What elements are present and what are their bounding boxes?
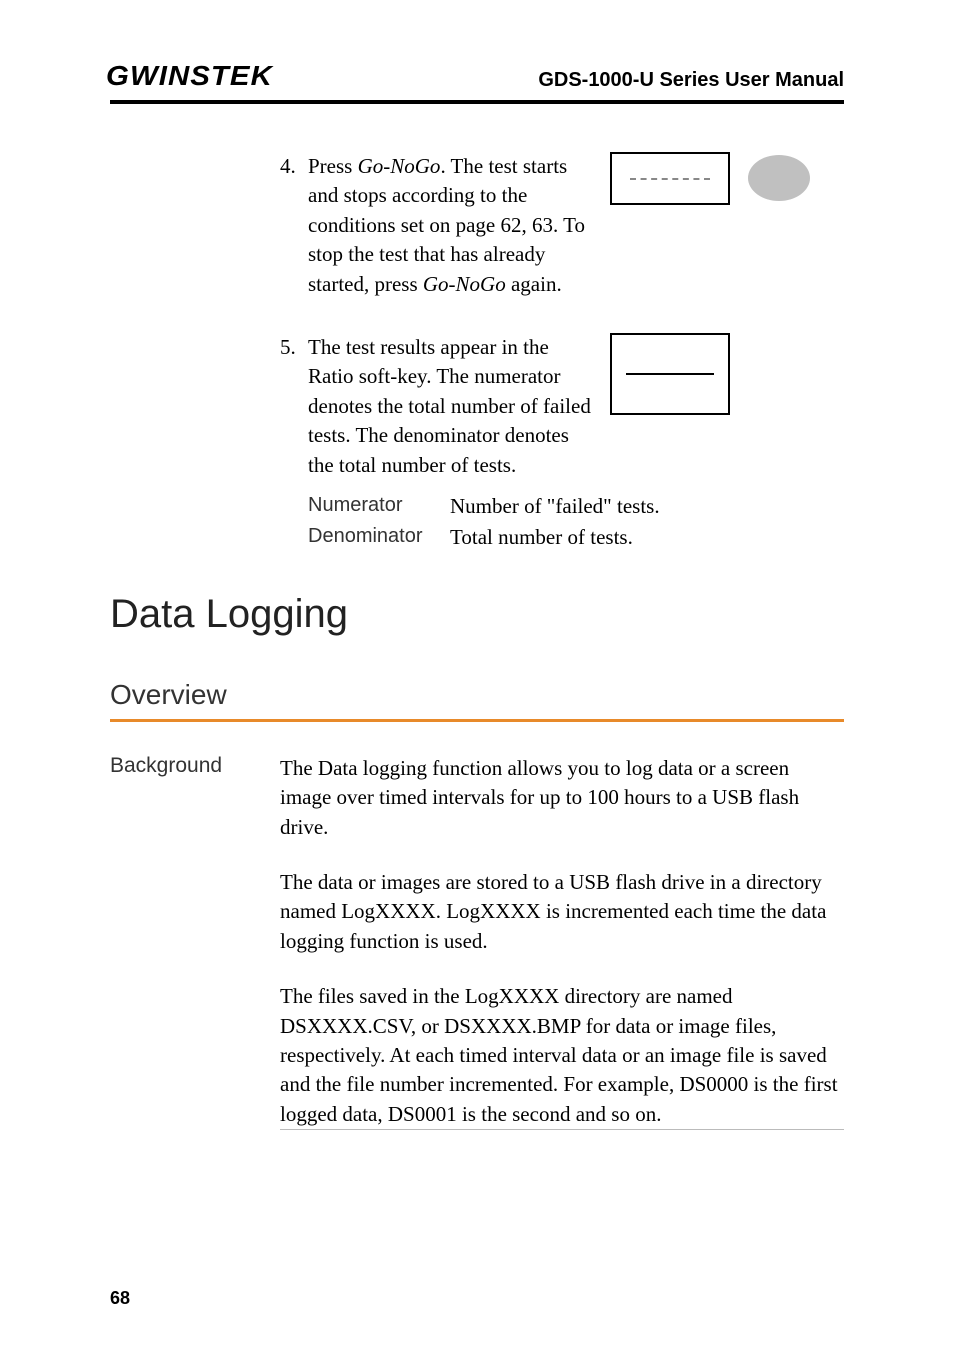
background-body: The Data logging function allows you to … — [280, 754, 844, 1130]
page-number: 68 — [110, 1288, 130, 1309]
background-block: Background The Data logging function all… — [110, 754, 844, 1130]
softkey-box-icon — [610, 152, 730, 205]
fraction-line-icon — [626, 373, 714, 375]
numerator-value: Number of "failed" tests. — [450, 494, 660, 519]
orange-rule — [110, 719, 844, 722]
subsection-heading: Overview — [110, 679, 844, 711]
numerator-row: Numerator Number of "failed" tests. — [110, 494, 844, 519]
go-nogo-A: Go-NoGo — [358, 154, 441, 178]
thin-rule — [280, 1129, 844, 1130]
denominator-label: Denominator — [308, 525, 450, 550]
dashed-line-icon — [630, 178, 710, 180]
header-rule — [110, 100, 844, 104]
numerator-label: Numerator — [308, 494, 450, 519]
step-5-graphic — [610, 333, 844, 480]
background-p2: The data or images are stored to a USB f… — [280, 868, 844, 956]
step-5-text: The test results appear in the Ratio sof… — [308, 333, 598, 480]
brand-logo: GWINSTEK — [106, 60, 273, 92]
background-label: Background — [110, 754, 280, 1130]
manual-title: GDS-1000-U Series User Manual — [538, 69, 844, 92]
page-header: GWINSTEK GDS-1000-U Series User Manual — [110, 60, 844, 98]
ratio-box-icon — [610, 333, 730, 415]
step-number: 5. — [280, 333, 308, 480]
background-p3: The files saved in the LogXXXX directory… — [280, 982, 844, 1129]
background-p1: The Data logging function allows you to … — [280, 754, 844, 842]
denominator-value: Total number of tests. — [450, 525, 633, 550]
step-4: 4. Press Go-NoGo. The test starts and st… — [110, 152, 844, 299]
step-number: 4. — [280, 152, 308, 299]
step-5: 5. The test results appear in the Ratio … — [110, 333, 844, 480]
step-4-text: Press Go-NoGo. The test starts and stops… — [308, 152, 598, 299]
denominator-row: Denominator Total number of tests. — [110, 525, 844, 550]
button-oval-icon — [748, 155, 810, 201]
step-4-graphic — [610, 152, 844, 299]
go-nogo-B: Go-NoGo — [423, 272, 506, 296]
section-heading: Data Logging — [110, 592, 844, 637]
